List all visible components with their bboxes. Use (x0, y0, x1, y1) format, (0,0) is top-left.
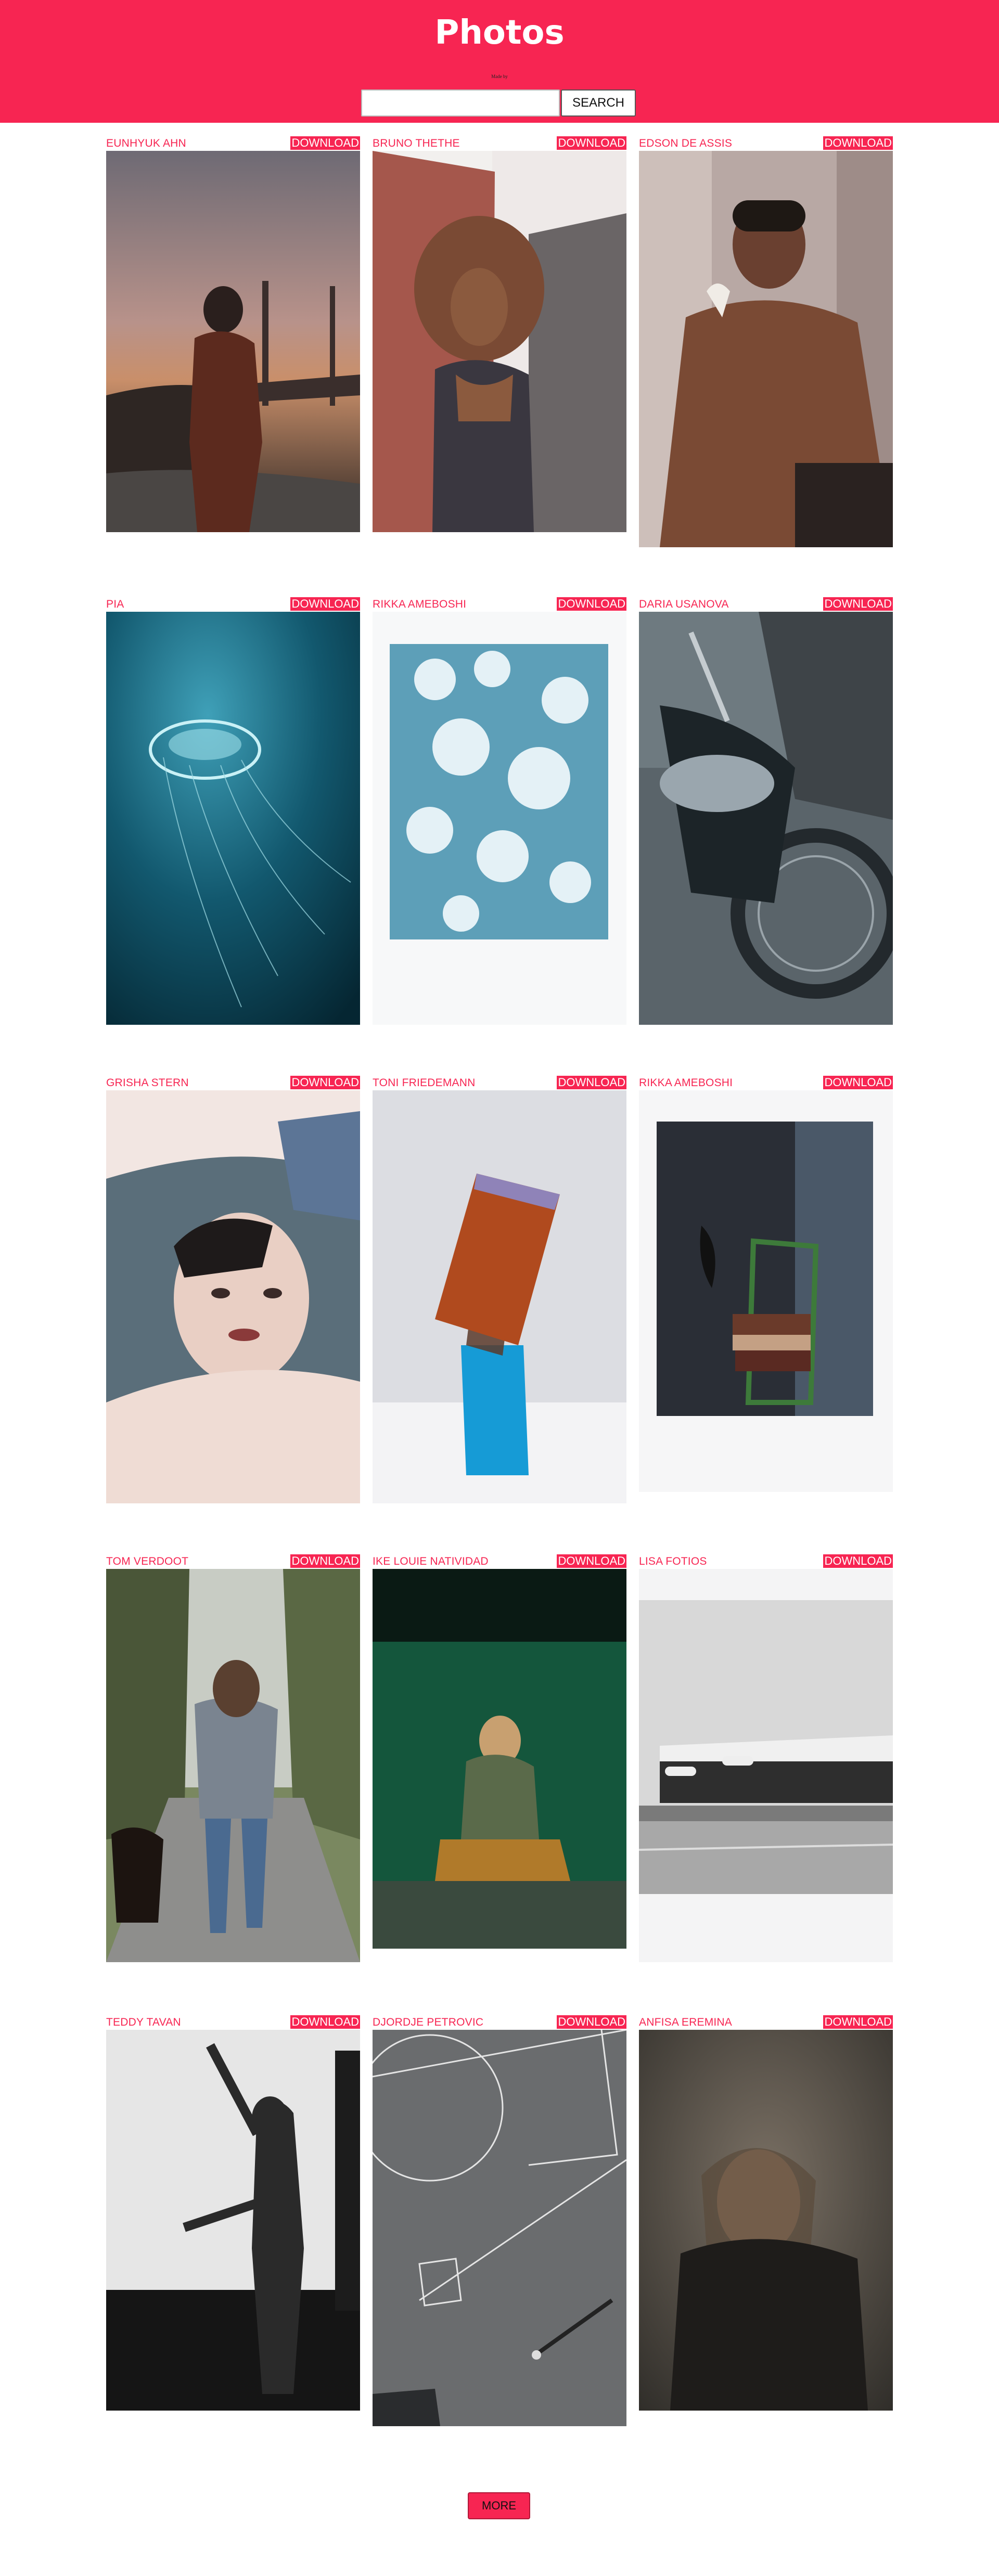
search-button[interactable]: SEARCH (561, 89, 636, 117)
photo-image[interactable] (373, 612, 626, 1025)
photo-image[interactable] (106, 1569, 360, 1962)
photo-author[interactable]: TEDDY TAVAN (106, 2016, 181, 2029)
photo-image[interactable] (639, 151, 893, 547)
photo-author[interactable]: RIKKA AMEBOSHI (373, 598, 466, 611)
download-button[interactable]: DOWNLOAD (290, 2015, 360, 2029)
photo-author[interactable]: EDSON DE ASSIS (639, 137, 732, 150)
photo-image[interactable] (106, 1090, 360, 1503)
photo-card: DJORDJE PETROVIC DOWNLOAD (373, 2015, 626, 2426)
photo-card: TONI FRIEDEMANN DOWNLOAD (373, 1076, 626, 1503)
photo-card: EUNHYUK AHN DOWNLOAD (106, 136, 360, 532)
photo-image[interactable] (373, 2030, 626, 2426)
photo-author[interactable]: EUNHYUK AHN (106, 137, 186, 150)
download-button[interactable]: DOWNLOAD (557, 2015, 626, 2029)
photo-author[interactable]: GRISHA STERN (106, 1077, 189, 1089)
photo-card: RIKKA AMEBOSHI DOWNLOAD (639, 1076, 893, 1492)
made-by-caption: Made by (491, 74, 508, 79)
photo-image[interactable] (373, 1569, 626, 1949)
download-button[interactable]: DOWNLOAD (290, 1554, 360, 1568)
search-input[interactable] (361, 89, 560, 117)
photo-author[interactable]: DJORDJE PETROVIC (373, 2016, 483, 2029)
photo-image[interactable] (639, 612, 893, 1025)
download-button[interactable]: DOWNLOAD (290, 597, 360, 611)
download-button[interactable]: DOWNLOAD (823, 2015, 893, 2029)
photo-card: PIA DOWNLOAD (106, 597, 360, 1025)
download-button[interactable]: DOWNLOAD (290, 136, 360, 150)
photo-author[interactable]: RIKKA AMEBOSHI (639, 1077, 733, 1089)
photo-card: LISA FOTIOS DOWNLOAD (639, 1554, 893, 1962)
photo-card: EDSON DE ASSIS DOWNLOAD (639, 136, 893, 547)
photo-card: BRUNO THETHE DOWNLOAD (373, 136, 626, 532)
download-button[interactable]: DOWNLOAD (823, 1076, 893, 1089)
photo-card: GRISHA STERN DOWNLOAD (106, 1076, 360, 1503)
download-button[interactable]: DOWNLOAD (557, 597, 626, 611)
photo-image[interactable] (639, 2030, 893, 2411)
photo-card: TEDDY TAVAN DOWNLOAD (106, 2015, 360, 2411)
photo-image[interactable] (373, 151, 626, 532)
photo-card: RIKKA AMEBOSHI DOWNLOAD (373, 597, 626, 1025)
photo-author[interactable]: LISA FOTIOS (639, 1555, 707, 1568)
app-header: Photos Made by SEARCH (0, 0, 999, 123)
photo-author[interactable]: BRUNO THETHE (373, 137, 460, 150)
photo-image[interactable] (639, 1569, 893, 1962)
photo-author[interactable]: ANFISA EREMINA (639, 2016, 732, 2029)
photo-author[interactable]: TONI FRIEDEMANN (373, 1077, 475, 1089)
photo-image[interactable] (373, 1090, 626, 1503)
photo-author[interactable]: DARIA USANOVA (639, 598, 729, 611)
photo-image[interactable] (106, 612, 360, 1025)
photo-image[interactable] (639, 1090, 893, 1492)
more-button[interactable]: MORE (468, 2492, 530, 2519)
photo-card: DARIA USANOVA DOWNLOAD (639, 597, 893, 1025)
app-title: Photos (434, 14, 565, 52)
photo-author[interactable]: TOM VERDOOT (106, 1555, 188, 1568)
download-button[interactable]: DOWNLOAD (557, 1554, 626, 1568)
photo-card: ANFISA EREMINA DOWNLOAD (639, 2015, 893, 2411)
download-button[interactable]: DOWNLOAD (290, 1076, 360, 1089)
photo-author[interactable]: IKE LOUIE NATIVIDAD (373, 1555, 489, 1568)
download-button[interactable]: DOWNLOAD (557, 1076, 626, 1089)
photo-card: IKE LOUIE NATIVIDAD DOWNLOAD (373, 1554, 626, 1949)
search-bar: SEARCH (361, 89, 636, 117)
photo-image[interactable] (106, 151, 360, 532)
photo-image[interactable] (106, 2030, 360, 2411)
download-button[interactable]: DOWNLOAD (823, 136, 893, 150)
download-button[interactable]: DOWNLOAD (823, 1554, 893, 1568)
download-button[interactable]: DOWNLOAD (557, 136, 626, 150)
photo-card: TOM VERDOOT DOWNLOAD (106, 1554, 360, 1962)
download-button[interactable]: DOWNLOAD (823, 597, 893, 611)
photo-author[interactable]: PIA (106, 598, 124, 611)
